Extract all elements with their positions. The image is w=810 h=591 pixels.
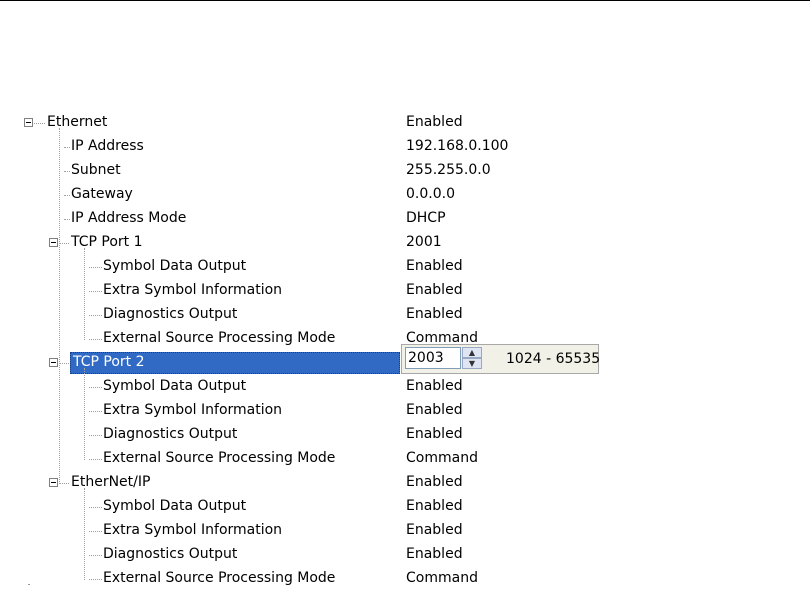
tree-item-value: Enabled — [406, 282, 463, 298]
tree-item-value: Enabled — [406, 474, 463, 490]
tree-item-label: Ethernet — [47, 114, 108, 130]
tree-item-label: Extra Symbol Information — [103, 282, 283, 298]
spin-up-button[interactable]: ▲ — [462, 347, 482, 358]
settings-tree: Ethernet Enabled IP Address 192.168.0.100 Su… — [0, 0, 810, 591]
tree-connector-line — [89, 411, 102, 412]
tree-guide-line — [59, 128, 60, 484]
tree-connector-line — [89, 459, 102, 460]
tree-item-value: Enabled — [406, 498, 463, 514]
tree-item-label: Extra Symbol Information — [103, 402, 283, 418]
tree-item-value: Enabled — [406, 258, 463, 274]
tree-row[interactable]: Symbol Data Output Enabled — [0, 255, 810, 279]
tree-item-value: Command — [406, 570, 478, 586]
tree-item-value: Enabled — [406, 306, 463, 322]
tree-row[interactable]: IP Address 192.168.0.100 — [0, 135, 810, 159]
spin-down-button[interactable]: ▼ — [462, 358, 482, 369]
tree-row[interactable]: External Source Processing Mode Command — [0, 447, 810, 471]
tree-row[interactable]: Symbol Data Output Enabled — [0, 495, 810, 519]
tree-item-label: Subnet — [71, 162, 121, 178]
tree-row[interactable]: Extra Symbol Information Enabled — [0, 519, 810, 543]
down-arrow-icon: ▼ — [468, 359, 476, 368]
tree-connector-line — [89, 291, 102, 292]
tree-row[interactable]: Subnet 255.255.0.0 — [0, 159, 810, 183]
tree-item-value: 255.255.0.0 — [406, 162, 491, 178]
tree-connector-line — [59, 243, 69, 244]
tree-item-value: Enabled — [406, 426, 463, 442]
tree-row[interactable]: Diagnostics Output Enabled — [0, 303, 810, 327]
tree-item-label: IP Address — [71, 138, 144, 154]
tree-guide-line — [84, 488, 85, 580]
port-number-input[interactable] — [405, 347, 461, 369]
tree-connector-line — [89, 267, 102, 268]
tree-connector-line — [59, 483, 69, 484]
tree-item-value: DHCP — [406, 210, 446, 226]
tree-row[interactable]: EtherNet/IP Enabled — [0, 471, 810, 495]
tree-item-value: Enabled — [406, 522, 463, 538]
tree-item-label: External Source Processing Mode — [103, 330, 336, 346]
up-arrow-icon: ▲ — [468, 348, 476, 357]
port-spinner[interactable]: ▲ ▼ — [462, 347, 482, 369]
tree-connector-line — [89, 579, 102, 580]
port-editor: ▲ ▼ 1024 - 65535 — [401, 344, 601, 374]
tree-item-value: Enabled — [406, 546, 463, 562]
port-range-hint: 1024 - 65535 — [506, 351, 601, 367]
tree-item-label: EtherNet/IP — [71, 474, 151, 490]
tree-item-value: Enabled — [406, 114, 463, 130]
tree-connector-line — [89, 315, 102, 316]
tree-item-value: Enabled — [406, 378, 463, 394]
tree-connector-line — [64, 195, 70, 196]
tree-guide-line — [84, 368, 85, 460]
collapse-icon[interactable] — [49, 358, 58, 367]
tree-guide-line — [84, 248, 85, 340]
tree-connector-line — [64, 171, 70, 172]
tree-connector-line — [89, 387, 102, 388]
tree-item-value: 192.168.0.100 — [406, 138, 509, 154]
tree-connector-line — [89, 507, 102, 508]
tree-row[interactable]: Diagnostics Output Enabled — [0, 543, 810, 567]
tree-row[interactable]: IP Address Mode DHCP — [0, 207, 810, 231]
tree-item-label: Extra Symbol Information — [103, 522, 283, 538]
tree-connector-line — [89, 339, 102, 340]
tree-row[interactable]: Extra Symbol Information Enabled — [0, 279, 810, 303]
tree-row[interactable]: Diagnostics Output Enabled — [0, 423, 810, 447]
tree-connector-line — [64, 147, 70, 148]
tree-connector-line — [89, 435, 102, 436]
tree-item-label: External Source Processing Mode — [103, 570, 336, 586]
tree-row[interactable]: Gateway 0.0.0.0 — [0, 183, 810, 207]
collapse-icon[interactable] — [24, 118, 33, 127]
tree-item-value: 2001 — [406, 234, 442, 250]
tree-row[interactable]: Symbol Data Output Enabled — [0, 375, 810, 399]
tree-item-label: IP Address Mode — [71, 210, 187, 226]
tree-item-label: Diagnostics Output — [103, 426, 238, 442]
tree-item-value: Command — [406, 450, 478, 466]
tree-row[interactable]: TCP Port 1 2001 — [0, 231, 810, 255]
tree-item-label: Gateway — [71, 186, 133, 202]
tree-connector-line — [89, 555, 102, 556]
tree-row[interactable]: Ethernet Enabled — [0, 111, 810, 135]
tree-connector-line — [89, 531, 102, 532]
tree-row[interactable]: External Source Processing Mode Command — [0, 567, 810, 591]
tree-item-label: Diagnostics Output — [103, 306, 238, 322]
tree-item-label: Symbol Data Output — [103, 378, 247, 394]
tree-row[interactable]: Extra Symbol Information Enabled — [0, 399, 810, 423]
corner-mark — [28, 584, 30, 585]
tree-item-value: 0.0.0.0 — [406, 186, 455, 202]
tree-item-label: Symbol Data Output — [103, 498, 247, 514]
tree-connector-line — [64, 219, 70, 220]
tree-item-label: TCP Port 1 — [71, 234, 143, 250]
collapse-icon[interactable] — [49, 478, 58, 487]
collapse-icon[interactable] — [49, 238, 58, 247]
tree-item-label: External Source Processing Mode — [103, 450, 336, 466]
tree-item-value: Enabled — [406, 402, 463, 418]
tree-item-label: Symbol Data Output — [103, 258, 247, 274]
tree-connector-line — [34, 123, 45, 124]
tree-connector-line — [59, 363, 69, 364]
tree-item-label: Diagnostics Output — [103, 546, 238, 562]
